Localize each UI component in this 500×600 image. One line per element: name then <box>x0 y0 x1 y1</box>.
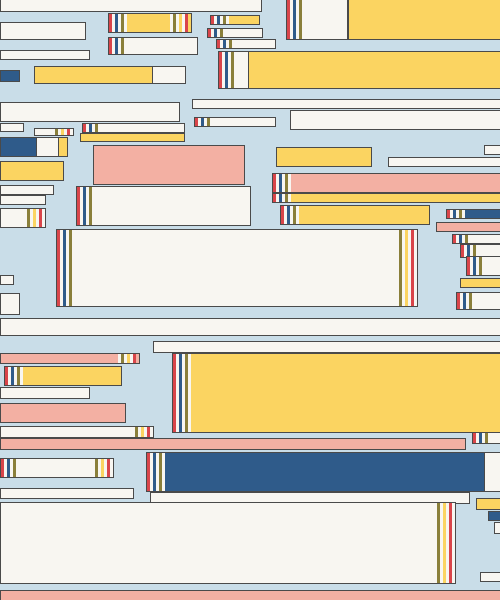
bar-40 <box>436 222 500 232</box>
bar-60 <box>146 452 486 492</box>
bar-stripe <box>92 187 95 225</box>
bar-27 <box>0 161 64 181</box>
bar-stripe <box>72 230 75 306</box>
bar-stripe <box>67 129 70 135</box>
bar-8 <box>207 28 263 38</box>
bar-29 <box>0 195 46 205</box>
bar-7 <box>210 15 260 25</box>
bar-26 <box>58 137 68 157</box>
bar-65 <box>488 511 500 521</box>
bar-stripe <box>234 52 237 88</box>
bar-57 <box>0 438 466 450</box>
bar-21 <box>80 133 185 142</box>
bar-24 <box>0 137 38 157</box>
bar-stripe <box>288 174 291 192</box>
bar-stripe <box>462 210 465 218</box>
bar-36 <box>272 193 500 203</box>
bar-45 <box>456 292 500 310</box>
bar-34 <box>484 145 500 155</box>
bar-6 <box>108 37 198 55</box>
bar-44 <box>460 278 500 288</box>
bar-46 <box>56 229 418 307</box>
bar-66 <box>494 522 500 534</box>
bar-48 <box>0 293 20 315</box>
bar-stripe <box>468 235 471 243</box>
bar-64 <box>476 498 500 510</box>
bar-43 <box>466 256 500 276</box>
bar-17 <box>192 99 500 109</box>
bar-59 <box>0 458 114 478</box>
bar-stripe <box>16 459 19 477</box>
bar-stripe <box>39 209 42 227</box>
bar-18 <box>0 123 24 132</box>
bar-stripe <box>133 354 136 363</box>
bar-38 <box>280 205 430 225</box>
bar-stripe <box>226 16 229 24</box>
bar-11 <box>248 51 500 89</box>
abstract-bar-collage <box>0 0 500 600</box>
bar-68 <box>480 572 500 582</box>
bar-stripe <box>147 427 150 437</box>
bar-32 <box>276 147 372 167</box>
bar-stripe <box>188 354 191 432</box>
bar-stripe <box>124 14 127 32</box>
bar-9 <box>216 39 276 49</box>
bar-stripe <box>223 29 226 37</box>
bar-56 <box>0 426 154 438</box>
bar-53 <box>172 353 500 433</box>
bar-stripe <box>98 124 101 132</box>
bar-35 <box>272 173 500 193</box>
bar-62 <box>0 488 134 499</box>
bar-49 <box>0 318 500 336</box>
bar-1 <box>0 0 262 12</box>
bar-5 <box>108 13 192 33</box>
bar-15 <box>152 66 186 84</box>
bar-33 <box>388 157 500 167</box>
bar-stripe <box>20 367 23 385</box>
bar-stripe <box>296 206 299 224</box>
bar-22 <box>194 117 276 127</box>
bar-20 <box>82 123 185 133</box>
bar-47 <box>0 275 14 285</box>
bar-30 <box>0 208 46 228</box>
bar-69 <box>0 590 500 600</box>
bar-stripe <box>288 194 291 202</box>
bar-41 <box>452 234 500 244</box>
bar-37 <box>76 186 251 226</box>
bar-stripe <box>185 14 188 32</box>
bar-stripe <box>124 38 127 54</box>
bar-12 <box>286 0 348 40</box>
bar-58 <box>472 432 500 444</box>
bar-stripe <box>302 0 305 39</box>
bar-67 <box>0 502 456 584</box>
bar-55 <box>0 403 126 423</box>
bar-stripe <box>482 257 485 275</box>
bar-13 <box>348 0 500 40</box>
bar-3 <box>0 50 90 60</box>
bar-stripe <box>411 230 414 306</box>
bar-4 <box>0 70 20 82</box>
bar-2 <box>0 22 86 40</box>
bar-stripe <box>488 433 491 443</box>
bar-stripe <box>107 459 110 477</box>
bar-14 <box>34 66 154 84</box>
bar-23 <box>290 110 500 130</box>
bar-61 <box>484 452 500 492</box>
bar-28 <box>0 185 54 195</box>
bar-stripe <box>210 118 213 126</box>
bar-54 <box>0 387 90 399</box>
bar-19 <box>34 128 74 136</box>
bar-stripe <box>162 453 165 491</box>
bar-51 <box>0 353 140 364</box>
bar-39 <box>446 209 500 219</box>
bar-31 <box>93 145 245 185</box>
bar-52 <box>4 366 122 386</box>
bar-10 <box>218 51 250 89</box>
bar-stripe <box>472 293 475 309</box>
bar-stripe <box>449 503 452 583</box>
bar-16 <box>0 102 180 122</box>
bar-50 <box>153 341 500 353</box>
bar-stripe <box>232 40 235 48</box>
